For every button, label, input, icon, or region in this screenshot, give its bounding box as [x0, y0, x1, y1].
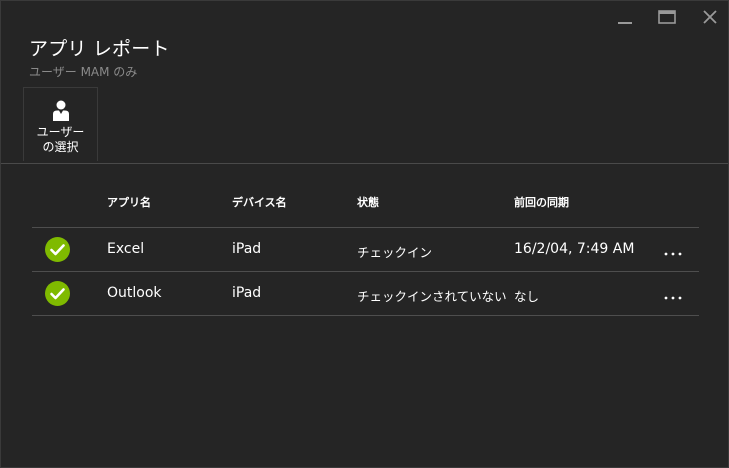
column-header-app-name[interactable]: アプリ名: [107, 194, 151, 210]
check-circle-icon: [45, 237, 70, 262]
more-options-icon[interactable]: [662, 243, 686, 259]
select-user-button[interactable]: ユーザー の選択: [23, 87, 98, 161]
cell-device-name: iPad: [232, 285, 262, 301]
grid-header: アプリ名 デバイス名 状態 前回の同期: [32, 171, 699, 228]
cell-last-sync: 16/2/04, 7:49 AM: [514, 241, 635, 257]
close-button[interactable]: [700, 7, 720, 27]
blade-title: アプリ レポート: [29, 38, 170, 60]
cell-last-sync: なし: [514, 289, 540, 304]
cell-status: チェックイン: [357, 245, 433, 260]
column-header-status[interactable]: 状態: [357, 194, 379, 210]
app-report-grid: アプリ名 デバイス名 状態 前回の同期 Excel iPad チェックイン 16…: [32, 171, 699, 316]
close-icon: [703, 10, 717, 24]
select-user-label-line2: の選択: [42, 140, 79, 154]
select-user-label-line1: ユーザー: [36, 125, 85, 139]
user-icon: [52, 100, 69, 121]
cell-app-name: Outlook: [107, 285, 162, 301]
command-bar-divider: [1, 163, 728, 164]
maximize-icon: [658, 10, 676, 24]
table-row[interactable]: Outlook iPad チェックインされていない なし: [32, 272, 699, 316]
table-row[interactable]: Excel iPad チェックイン 16/2/04, 7:49 AM: [32, 228, 699, 272]
blade-subtitle: ユーザー MAM のみ: [29, 65, 138, 79]
column-header-last-sync[interactable]: 前回の同期: [514, 194, 569, 210]
cell-device-name: iPad: [232, 241, 262, 257]
check-circle-icon: [45, 281, 70, 306]
maximize-button[interactable]: [657, 7, 677, 27]
more-options-icon[interactable]: [662, 287, 686, 303]
minimize-button[interactable]: [615, 7, 635, 27]
column-header-device-name[interactable]: デバイス名: [232, 194, 287, 210]
cell-status: チェックインされていない: [357, 289, 507, 304]
cell-app-name: Excel: [107, 241, 145, 257]
minimize-icon: [618, 22, 632, 24]
app-report-blade: アプリ レポート ユーザー MAM のみ ユーザー の選択 アプリ名 デバイス名…: [0, 0, 729, 468]
select-user-label: ユーザー の選択: [37, 125, 85, 155]
